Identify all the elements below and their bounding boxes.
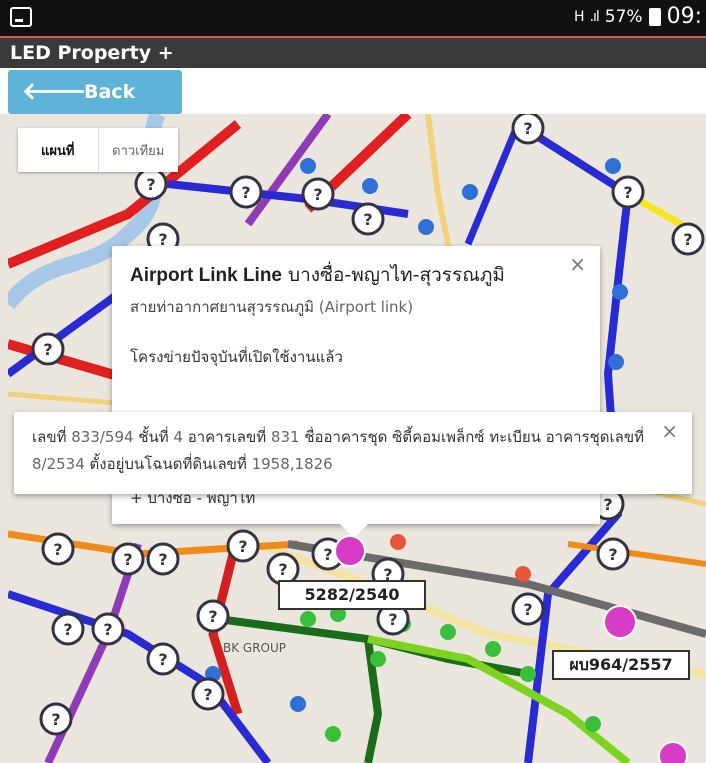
- property-plate-label[interactable]: 5282/2540: [278, 580, 426, 610]
- property-deeds: 1958,1826: [251, 455, 333, 473]
- svg-text:?: ?: [158, 650, 167, 669]
- svg-text:?: ?: [313, 185, 322, 204]
- close-icon[interactable]: ×: [569, 252, 586, 276]
- property-text: ชั้นที่: [133, 428, 174, 446]
- app-notification-icon: [10, 7, 32, 27]
- line-name: Airport Link Line: [130, 265, 282, 286]
- svg-text:?: ?: [608, 545, 617, 564]
- back-button-label: Back: [84, 81, 136, 103]
- map-view[interactable]: ??? ??? ??? ??? ??? ??? ??? ??? ?? BK GR…: [8, 114, 706, 763]
- svg-text:?: ?: [43, 340, 52, 359]
- line-subtitle-en: (Airport link): [313, 298, 414, 316]
- transit-line-blue: [464, 122, 522, 246]
- selected-station-marker: [334, 535, 366, 567]
- station-marker: [658, 741, 688, 763]
- svg-text:?: ?: [363, 210, 372, 229]
- clock: 09:: [666, 4, 702, 29]
- map-type-satellite-button[interactable]: ดาวเทียม: [99, 128, 179, 172]
- battery-percent: 57%: [604, 6, 643, 27]
- back-toolbar: 🡐 Back: [0, 68, 706, 114]
- property-floor: 4: [173, 428, 183, 446]
- svg-text:?: ?: [323, 545, 332, 564]
- property-prefix: เลขที่: [32, 428, 72, 446]
- status-bar: H .ıl 57% 09:: [0, 0, 706, 38]
- svg-text:?: ?: [241, 183, 250, 202]
- line-info-title: Airport Link Line บางซื่อ-พญาไท-สุวรรณภู…: [130, 260, 560, 291]
- svg-text:?: ?: [53, 540, 62, 559]
- map-type-control: แผนที่ ดาวเทียม: [18, 128, 178, 172]
- svg-text:?: ?: [603, 495, 612, 514]
- svg-text:?: ?: [146, 175, 155, 194]
- svg-text:?: ?: [63, 620, 72, 639]
- map-type-map-button[interactable]: แผนที่: [18, 128, 99, 172]
- map-label-bk-group: BK GROUP: [223, 641, 286, 655]
- station-marker: [603, 605, 637, 639]
- network-type-indicator: H: [574, 8, 584, 25]
- svg-text:?: ?: [123, 550, 132, 569]
- line-subtitle-th: สายท่าอากาศยานสุวรรณภูมิ: [130, 298, 314, 316]
- property-info-window: เลขที่ 833/594 ชั้นที่ 4 อาคารเลขที่ 831…: [14, 412, 692, 494]
- network-label: โครงข่ายปัจจุบันที่เปิดใช้งานแล้ว: [130, 348, 343, 366]
- info-window-tail: [340, 524, 368, 538]
- battery-icon: [648, 7, 661, 26]
- svg-text:?: ?: [208, 607, 217, 626]
- transit-line-orange: [567, 541, 706, 567]
- property-building: 831: [270, 428, 300, 446]
- svg-text:?: ?: [238, 537, 247, 556]
- svg-text:?: ?: [388, 610, 397, 629]
- svg-text:?: ?: [278, 560, 287, 579]
- line-subtitle: สายท่าอากาศยานสุวรรณภูมิ (Airport link): [130, 295, 582, 319]
- app-title-bar: LED Property +: [0, 38, 706, 68]
- back-arrow-icon: 🡐: [22, 77, 87, 105]
- property-plate-label[interactable]: ผบ964/2557: [552, 650, 690, 680]
- property-text: อาคารเลขที่: [182, 428, 271, 446]
- svg-text:?: ?: [683, 230, 692, 249]
- svg-text:?: ?: [158, 550, 167, 569]
- property-text: ตั้งอยู่บนโฉนดที่ดินเลขที่: [84, 455, 252, 473]
- svg-text:?: ?: [523, 600, 532, 619]
- signal-icon: .ıl: [589, 8, 600, 25]
- property-number: 833/594: [71, 428, 134, 446]
- svg-text:?: ?: [203, 685, 212, 704]
- svg-text:?: ?: [51, 710, 60, 729]
- property-registration: 8/2534: [32, 455, 85, 473]
- property-text: ชื่ออาคารชุด ซิตี้คอมเพล็กซ์ ทะเบียน อาค…: [299, 428, 644, 446]
- svg-text:?: ?: [523, 119, 532, 138]
- line-route: บางซื่อ-พญาไท-สุวรรณภูมิ: [282, 264, 505, 286]
- svg-text:?: ?: [623, 183, 632, 202]
- app-title: LED Property +: [10, 42, 174, 64]
- close-icon[interactable]: ×: [661, 418, 678, 445]
- back-button[interactable]: 🡐 Back: [8, 70, 182, 114]
- svg-text:?: ?: [103, 620, 112, 639]
